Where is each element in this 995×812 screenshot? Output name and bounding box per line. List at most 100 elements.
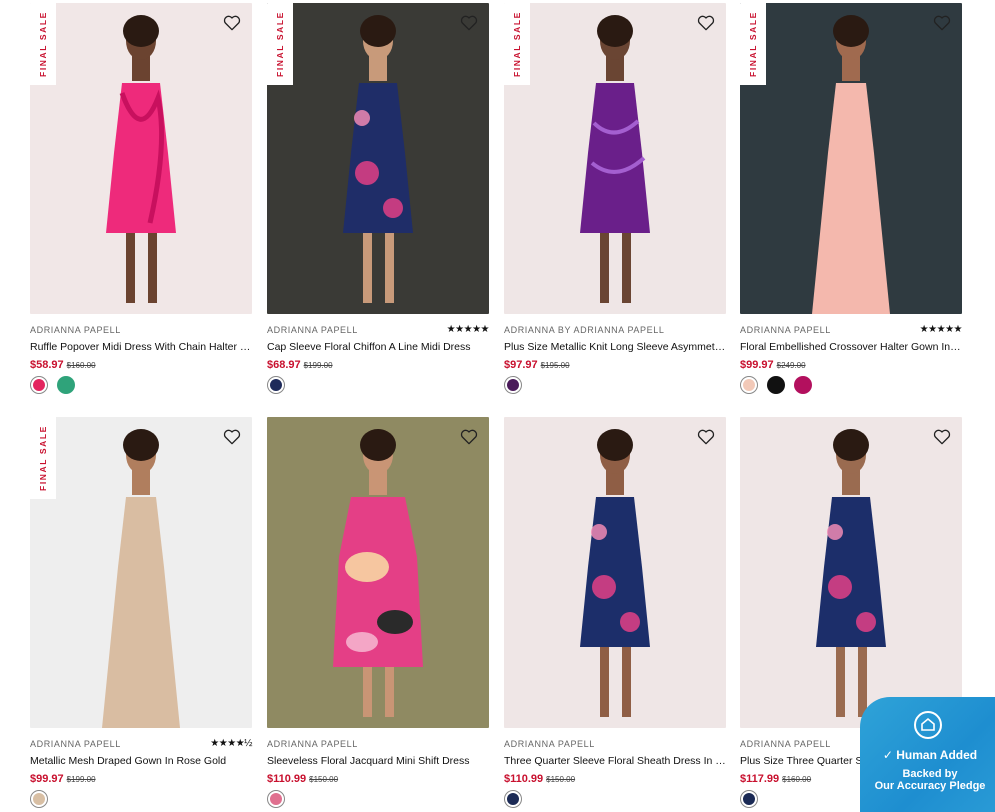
color-swatches: [30, 376, 252, 394]
product-image[interactable]: FINAL SALE: [504, 3, 726, 314]
brand-row: ADRIANNA PAPELL ★★★★½: [30, 737, 252, 750]
brand-name: ADRIANNA PAPELL: [740, 738, 831, 749]
product-name-link[interactable]: Ruffle Popover Midi Dress With Chain Hal…: [30, 341, 252, 353]
sale-price: $110.99: [504, 773, 544, 785]
product-image[interactable]: FINAL SALE: [30, 3, 252, 314]
star-rating[interactable]: ★★★★★: [447, 324, 490, 335]
wishlist-heart-icon[interactable]: [932, 427, 952, 447]
wishlist-heart-icon[interactable]: [696, 427, 716, 447]
color-swatches: [504, 790, 726, 808]
accuracy-pledge-badge[interactable]: ✓ Human Added Backed by Our Accuracy Ple…: [860, 697, 995, 812]
swatch-color: [270, 379, 282, 391]
color-swatch[interactable]: [767, 376, 785, 394]
product-name-link[interactable]: Three Quarter Sleeve Floral Sheath Dress…: [504, 755, 726, 767]
price-row: $58.97 $160.00: [30, 359, 252, 371]
brand-name: ADRIANNA PAPELL: [504, 738, 595, 749]
sale-price: $97.97: [504, 359, 538, 371]
star-rating[interactable]: ★★★★★: [920, 324, 963, 335]
brand-name: ADRIANNA BY ADRIANNA PAPELL: [504, 324, 665, 335]
swatch-color: [507, 379, 519, 391]
swatch-color: [33, 379, 45, 391]
product-grid: FINAL SALE ADRIANNA PAPELL Ruffle Popover …: [0, 0, 995, 809]
sale-price: $68.97: [267, 359, 301, 371]
product-card[interactable]: FINAL SALE ADRIANNA PAPELL ★★★★★ Cap Sleeve…: [267, 3, 490, 394]
wishlist-heart-icon[interactable]: [696, 13, 716, 33]
price-row: $110.99 $150.00: [267, 773, 489, 785]
sale-price: $110.99: [267, 773, 307, 785]
price-row: $68.97 $199.00: [267, 359, 489, 371]
product-card[interactable]: ADRIANNA PAPELL Sleeveless Floral Jacquar…: [267, 417, 489, 808]
color-swatch[interactable]: [30, 376, 48, 394]
swatch-color: [507, 793, 519, 805]
product-image[interactable]: FINAL SALE: [30, 417, 252, 728]
color-swatch[interactable]: [267, 376, 285, 394]
color-swatch[interactable]: [504, 376, 522, 394]
swatch-color: [743, 793, 755, 805]
product-card[interactable]: FINAL SALE ADRIANNA PAPELL ★★★★★ Floral Emb…: [740, 3, 963, 394]
brand-name: ADRIANNA PAPELL: [30, 324, 121, 335]
color-swatches: [504, 376, 726, 394]
color-swatch[interactable]: [57, 376, 75, 394]
original-price: $150.00: [309, 775, 339, 784]
swatch-color: [33, 793, 45, 805]
product-image[interactable]: [504, 417, 726, 728]
product-image[interactable]: FINAL SALE: [740, 3, 962, 314]
original-price: $195.00: [540, 361, 570, 370]
wishlist-heart-icon[interactable]: [222, 427, 242, 447]
brand-row: ADRIANNA BY ADRIANNA PAPELL: [504, 323, 726, 336]
wishlist-heart-icon[interactable]: [932, 13, 952, 33]
wishlist-heart-icon[interactable]: [459, 13, 479, 33]
brand-row: ADRIANNA PAPELL ★★★★★: [740, 323, 963, 336]
swatch-color: [57, 376, 75, 394]
product-image[interactable]: [267, 417, 489, 728]
product-name-link[interactable]: Cap Sleeve Floral Chiffon A Line Midi Dr…: [267, 341, 489, 353]
color-swatches: [267, 376, 489, 394]
wishlist-heart-icon[interactable]: [459, 427, 479, 447]
sale-price: $58.97: [30, 359, 64, 371]
product-name-link[interactable]: Floral Embellished Crossover Halter Gown…: [740, 341, 962, 353]
price-row: $99.97 $249.00: [740, 359, 962, 371]
badge-title: ✓ Human Added: [882, 748, 978, 762]
product-image[interactable]: FINAL SALE: [267, 3, 489, 314]
color-swatch[interactable]: [740, 376, 758, 394]
color-swatch[interactable]: [794, 376, 812, 394]
original-price: $199.00: [303, 361, 333, 370]
product-card[interactable]: ADRIANNA PAPELL Three Quarter Sleeve Flor…: [504, 417, 726, 808]
product-name-link[interactable]: Sleeveless Floral Jacquard Mini Shift Dr…: [267, 755, 489, 767]
color-swatch[interactable]: [30, 790, 48, 808]
original-price: $249.00: [776, 361, 806, 370]
final-sale-badge: FINAL SALE: [267, 3, 293, 85]
original-price: $160.00: [66, 361, 96, 370]
price-row: $110.99 $150.00: [504, 773, 726, 785]
brand-name: ADRIANNA PAPELL: [30, 738, 121, 749]
original-price: $199.00: [66, 775, 96, 784]
brand-name: ADRIANNA PAPELL: [267, 738, 358, 749]
check-circle-icon: ✓: [882, 748, 893, 762]
sale-price: $117.99: [740, 773, 780, 785]
color-swatches: [30, 790, 252, 808]
color-swatches: [267, 790, 489, 808]
product-name-link[interactable]: Metallic Mesh Draped Gown In Rose Gold: [30, 755, 252, 767]
brand-name: ADRIANNA PAPELL: [267, 324, 358, 335]
final-sale-badge: FINAL SALE: [740, 3, 766, 85]
brand-row: ADRIANNA PAPELL: [30, 323, 252, 336]
product-name-link[interactable]: Plus Size Metallic Knit Long Sleeve Asym…: [504, 341, 726, 353]
product-card[interactable]: FINAL SALE ADRIANNA PAPELL ★★★★½ Metallic M…: [30, 417, 252, 808]
swatch-color: [270, 793, 282, 805]
color-swatch[interactable]: [267, 790, 285, 808]
sale-price: $99.97: [30, 773, 64, 785]
brand-row: ADRIANNA PAPELL: [504, 737, 726, 750]
product-card[interactable]: FINAL SALE ADRIANNA BY ADRIANNA PAPELL Plu…: [504, 3, 726, 394]
brand-name: ADRIANNA PAPELL: [740, 324, 831, 335]
product-card[interactable]: FINAL SALE ADRIANNA PAPELL Ruffle Popover …: [30, 3, 252, 394]
star-rating[interactable]: ★★★★½: [210, 738, 252, 749]
original-price: $150.00: [546, 775, 576, 784]
final-sale-badge: FINAL SALE: [30, 417, 56, 499]
color-swatch[interactable]: [504, 790, 522, 808]
shield-icon: [914, 711, 942, 739]
color-swatch[interactable]: [740, 790, 758, 808]
swatch-color: [794, 376, 812, 394]
wishlist-heart-icon[interactable]: [222, 13, 242, 33]
swatch-color: [743, 379, 755, 391]
product-image[interactable]: [740, 417, 962, 728]
